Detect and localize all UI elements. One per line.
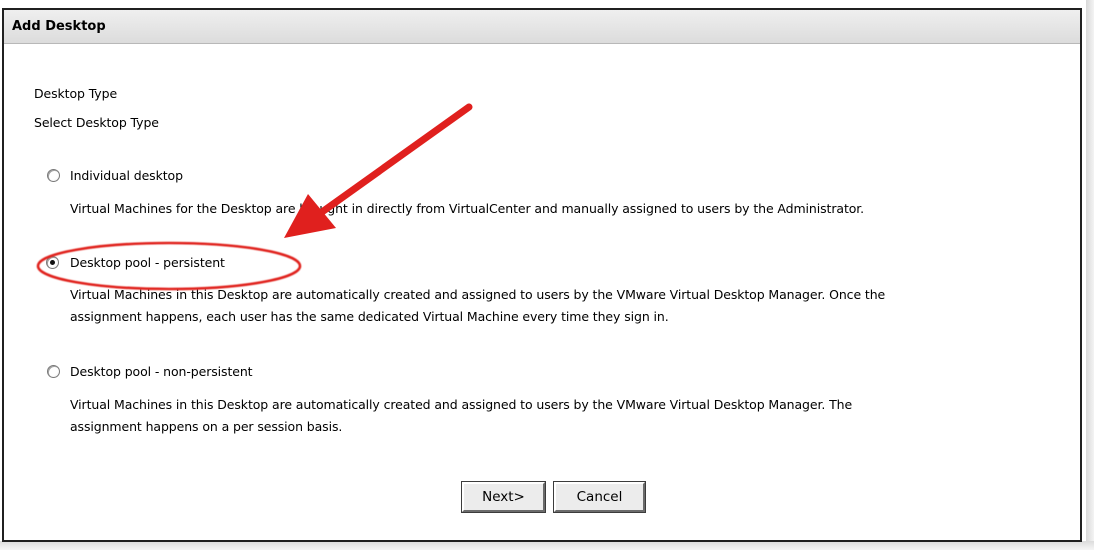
cancel-button[interactable]: Cancel (553, 481, 646, 513)
dialog-titlebar: Add Desktop (4, 10, 1080, 44)
option-description-individual-desktop: Virtual Machines for the Desktop are bro… (70, 198, 864, 220)
option-label-desktop-pool-persistent[interactable]: Desktop pool - persistent (70, 255, 225, 270)
option-description-desktop-pool-non-persistent: Virtual Machines in this Desktop are aut… (70, 394, 852, 438)
radio-individual-desktop[interactable] (47, 169, 60, 182)
radio-desktop-pool-persistent[interactable] (46, 256, 59, 269)
next-button[interactable]: Next> (461, 481, 546, 513)
description-line: assignment happens, each user has the sa… (70, 309, 669, 324)
section-heading: Desktop Type (34, 86, 118, 101)
description-line: Virtual Machines in this Desktop are aut… (70, 287, 886, 302)
option-label-individual-desktop[interactable]: Individual desktop (70, 168, 183, 183)
option-description-desktop-pool-persistent: Virtual Machines in this Desktop are aut… (70, 284, 885, 328)
screenshot-frame: Add Desktop Desktop Type Select Desktop … (0, 0, 1094, 550)
shadow-edge-right (1086, 0, 1094, 550)
description-line: Virtual Machines in this Desktop are aut… (70, 397, 853, 412)
section-subheading: Select Desktop Type (34, 115, 159, 130)
description-line: Virtual Machines for the Desktop are bro… (70, 201, 865, 216)
add-desktop-dialog: Add Desktop (2, 8, 1082, 542)
description-line: assignment happens on a per session basi… (70, 419, 343, 434)
dialog-title: Add Desktop (12, 19, 106, 34)
shadow-edge-bottom (0, 541, 1094, 550)
option-label-desktop-pool-non-persistent[interactable]: Desktop pool - non-persistent (70, 364, 253, 379)
radio-desktop-pool-non-persistent[interactable] (47, 365, 60, 378)
